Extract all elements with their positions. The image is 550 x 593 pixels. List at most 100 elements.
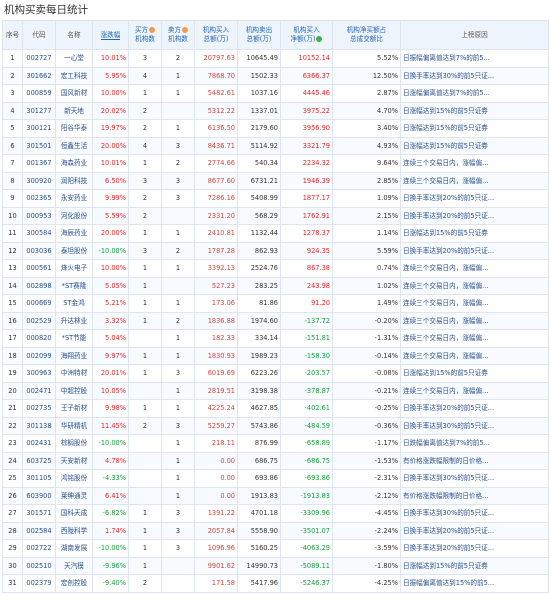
stock-name-link[interactable]: ST金鸿 [55,294,93,313]
listing-reason[interactable]: 日换手率达到30%的前5只证... [400,504,549,523]
table-row[interactable]: 16 002529 升达林业 3.32% 1 2 1836.88 1974.60 -137.72… [2,311,549,330]
table-row[interactable]: 31 002379 宏创控股 -9.40% 2 171.58 5417.96 -5246.37… [2,574,549,593]
stock-name-link[interactable]: 天汽模 [55,556,93,575]
stock-code-link[interactable]: 002431 [22,434,56,453]
table-row[interactable]: 2 301662 宏工科技 5.95% 4 1 7868.70 1502.33 6366.37 1… [2,66,549,85]
listing-reason[interactable]: 日换手率达到30%的前5只证... [400,416,549,435]
table-row[interactable]: 1 002727 一心堂 10.01% 3 2 20797.63 10645.49 10152.… [2,49,549,68]
listing-reason[interactable]: 日换手率达到20%的前5只证... [400,206,549,225]
table-row[interactable]: 4 301277 新天地 20.02% 2 5312.22 1337.01 3975.22 4.… [2,101,549,120]
stock-name-link[interactable]: 湖南发展 [55,539,93,558]
stock-code-link[interactable]: 301662 [22,66,56,85]
table-row[interactable]: 26 603900 莱绅通灵 6.41% 1 0.00 1913.83 -1913.83 -2.… [2,486,549,505]
stock-code-link[interactable]: 301105 [22,469,56,488]
listing-reason[interactable]: 日涨幅达到15%的前5只证券 [400,556,549,575]
table-row[interactable]: 22 301138 华研精机 11.45% 2 3 5259.27 5743.86 -484.5… [2,416,549,435]
stock-name-link[interactable]: 宏工科技 [55,66,93,85]
table-row[interactable]: 6 301501 恒鑫生活 20.00% 4 3 8436.71 5114.92 3321.79… [2,136,549,155]
listing-reason[interactable]: 连续三个交易日内，涨幅偏... [400,329,549,348]
table-row[interactable]: 15 000669 ST金鸿 5.21% 1 1 173.06 81.86 91.20 1.49%… [2,294,549,313]
listing-reason[interactable]: 日涨幅偏离值达到7%的前5... [400,84,549,103]
listing-reason[interactable]: 日涨幅达到15%的前5只证券 [400,136,549,155]
stock-name-link[interactable]: 一心堂 [55,49,93,68]
stock-code-link[interactable]: 301501 [22,136,56,155]
table-row[interactable]: 11 300584 海辰药业 20.00% 1 1 2410.81 1132.44 1278.3… [2,224,549,243]
stock-code-link[interactable]: 603900 [22,486,56,505]
header-sell-count-sort[interactable]: 卖方 机构数 [161,20,195,50]
table-row[interactable]: 25 301105 鸿铭股份 -4.33% 1 0.00 693.86 -693.86 -2.3… [2,469,549,488]
header-net-buy-sort[interactable]: 机构买入 净额(万) [280,20,333,50]
listing-reason[interactable]: 日涨幅达到15%的前5只证券 [400,224,549,243]
table-row[interactable]: 14 002898 *ST赛隆 5.05% 1 527.23 283.25 243.98 1.0… [2,276,549,295]
stock-name-link[interactable]: 王子新材 [55,399,93,418]
stock-code-link[interactable]: 301138 [22,416,56,435]
listing-reason[interactable]: 连续三个交易日内，涨幅偏... [400,171,549,190]
table-row[interactable]: 5 300121 阳谷华泰 19.97% 2 1 6136.50 2179.60 3956.90… [2,119,549,138]
listing-reason[interactable]: 日振幅偏离值达到15%的前5... [400,574,549,593]
listing-reason[interactable]: 日换手率达到30%的前5只证... [400,66,549,85]
stock-code-link[interactable]: 002471 [22,381,56,400]
listing-reason[interactable]: 有价格涨跌幅限制的日价格... [400,486,549,505]
header-ratio-sort[interactable]: 机构净买额占 总成交额比 [332,20,401,50]
listing-reason[interactable]: 日换手率达到20%的前5只证... [400,399,549,418]
stock-name-link[interactable]: 中洲特材 [55,364,93,383]
stock-name-link[interactable]: *ST赛隆 [55,276,93,295]
table-row[interactable]: 28 002584 西陇科学 1.74% 1 3 2057.84 5558.90 -3501.0… [2,521,549,540]
stock-name-link[interactable]: 润阳科技 [55,171,93,190]
stock-name-link[interactable]: 海森药业 [55,154,93,173]
table-row[interactable]: 8 300920 润阳科技 6.50% 3 3 8677.60 6731.21 1946.39 2… [2,171,549,190]
stock-name-link[interactable]: 新天地 [55,101,93,120]
listing-reason[interactable]: 有价格涨跌幅限制的日价格... [400,451,549,470]
stock-code-link[interactable]: 002510 [22,556,56,575]
table-row[interactable]: 21 002735 王子新材 9.98% 1 1 4225.24 4627.85 -402.61… [2,399,549,418]
stock-name-link[interactable]: 华研精机 [55,416,93,435]
stock-name-link[interactable]: 永安药业 [55,189,93,208]
listing-reason[interactable]: 连续三个交易日内，涨幅偏... [400,346,549,365]
stock-code-link[interactable]: 003036 [22,241,56,260]
stock-name-link[interactable]: 棕榈股份 [55,434,93,453]
stock-name-link[interactable]: 烽火电子 [55,259,93,278]
stock-code-link[interactable]: 300920 [22,171,56,190]
stock-code-link[interactable]: 002365 [22,189,56,208]
listing-reason[interactable]: 连续三个交易日内，涨幅偏... [400,259,549,278]
table-row[interactable]: 18 002099 海翔药业 9.97% 1 1 1830.93 1989.23 -158.30… [2,346,549,365]
table-row[interactable]: 23 002431 棕榈股份 -10.00% 1 218.11 876.99 -658.89-… [2,434,549,453]
stock-code-link[interactable]: 300584 [22,224,56,243]
stock-name-link[interactable]: 阳谷华泰 [55,119,93,138]
stock-code-link[interactable]: 001367 [22,154,56,173]
listing-reason[interactable]: 日涨幅达到15%的前5只证券 [400,364,549,383]
listing-reason[interactable]: 日换手率达到20%的前5只证... [400,539,549,558]
stock-code-link[interactable]: 002735 [22,399,56,418]
stock-code-link[interactable]: 000953 [22,206,56,225]
listing-reason[interactable]: 日换手率达到20%的前5只证... [400,189,549,208]
stock-name-link[interactable]: 国风新材 [55,84,93,103]
header-buy-amount-sort[interactable]: 机构买入 总额(万) [194,20,238,50]
table-row[interactable]: 12 003036 泰坦股份 -10.00% 3 2 1787.28 862.93 924.35… [2,241,549,260]
listing-reason[interactable]: 日换手率达到20%的前5只证... [400,521,549,540]
header-buy-count-sort[interactable]: 买方 机构数 [128,20,162,50]
stock-code-link[interactable]: 000859 [22,84,56,103]
table-row[interactable]: 19 300963 中洲特材 20.01% 1 3 6019.69 6223.26 -203.5… [2,364,549,383]
stock-code-link[interactable]: 300121 [22,119,56,138]
listing-reason[interactable]: 连续三个交易日内，涨幅偏... [400,294,549,313]
stock-code-link[interactable]: 000820 [22,329,56,348]
listing-reason[interactable]: 连续三个交易日内，涨幅偏... [400,276,549,295]
listing-reason[interactable]: 日涨幅达到15%的前5只证券 [400,119,549,138]
stock-name-link[interactable]: 天安新材 [55,451,93,470]
stock-name-link[interactable]: 宏创控股 [55,574,93,593]
table-row[interactable]: 27 301571 国科天成 -6.82% 1 3 1391.22 4701.18 -3309.… [2,504,549,523]
stock-name-link[interactable]: 泰坦股份 [55,241,93,260]
listing-reason[interactable]: 日涨幅达到15%的前5只证券 [400,101,549,120]
table-row[interactable]: 17 000820 *ST节能 5.04% 1 182.33 334.14 -151.81 -1… [2,329,549,348]
stock-code-link[interactable]: 002529 [22,311,56,330]
listing-reason[interactable]: 连续三个交易日内，涨幅偏... [400,311,549,330]
listing-reason[interactable]: 日换手率达到20%的前5只证... [400,241,549,260]
stock-code-link[interactable]: 002898 [22,276,56,295]
stock-code-link[interactable]: 002099 [22,346,56,365]
stock-code-link[interactable]: 603725 [22,451,56,470]
stock-name-link[interactable]: 海翔药业 [55,346,93,365]
stock-code-link[interactable]: 002727 [22,49,56,68]
listing-reason[interactable]: 连续三个交易日内，涨幅偏... [400,381,549,400]
listing-reason[interactable]: 连续三个交易日内，涨幅偏... [400,154,549,173]
stock-name-link[interactable]: 国科天成 [55,504,93,523]
